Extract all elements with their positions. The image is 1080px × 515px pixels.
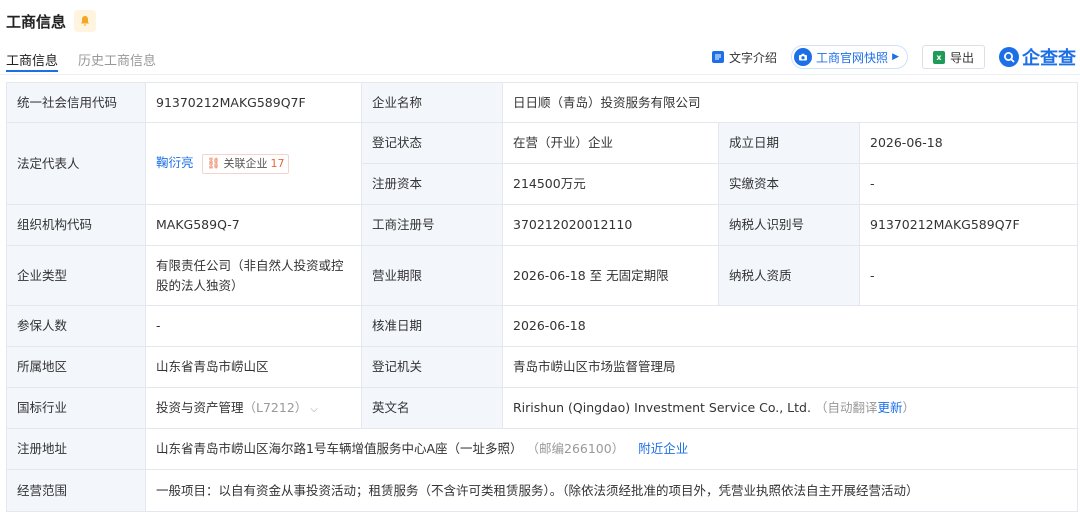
business-info-table: 统一社会信用代码 91370212MAKG589Q7F 企业名称 日日顺（青岛）… xyxy=(6,82,1079,512)
related-companies-label: 关联企业 xyxy=(223,157,268,170)
table-row: 注册地址 山东省青岛市崂山区海尔路1号车辆增值服务中心A座（一址多照） （邮编2… xyxy=(6,428,1079,470)
company-name-value: 日日顺（青岛）投资服务有限公司 xyxy=(501,82,1079,123)
est-date-label: 成立日期 xyxy=(718,122,860,164)
document-icon xyxy=(712,51,725,63)
taxpayer-qual-value: - xyxy=(858,245,1079,306)
related-companies-count: 17 xyxy=(270,157,285,170)
industry-value: 投资与资产管理 xyxy=(156,400,244,415)
chevron-down-icon[interactable]: ⌵ xyxy=(310,402,318,418)
approval-date-value: 2026-06-18 xyxy=(501,305,1079,347)
reg-authority-label: 登记机关 xyxy=(361,346,503,388)
update-translation-link[interactable]: 更新 xyxy=(877,400,902,415)
address-label: 注册地址 xyxy=(6,428,146,470)
paid-capital-value: - xyxy=(858,163,1079,205)
table-row: 组织机构代码 MAKG589Q-7 工商注册号 370212020012110 … xyxy=(6,204,1079,246)
link-icon: ⛓ xyxy=(206,157,221,170)
table-row: 参保人数 - 核准日期 2026-06-18 xyxy=(6,305,1079,347)
region-value: 山东省青岛市崂山区 xyxy=(145,346,362,388)
approval-date-label: 核准日期 xyxy=(361,305,503,347)
related-companies-badge[interactable]: ⛓ 关联企业 17 xyxy=(201,154,290,174)
company-name-label: 企业名称 xyxy=(361,82,503,123)
reg-status-value: 在营（开业）企业 xyxy=(502,122,719,164)
english-name-value: Ririshun (Qingdao) Investment Service Co… xyxy=(513,400,811,415)
taxpayer-id-label: 纳税人识别号 xyxy=(718,204,860,246)
logo-text: 企查查 xyxy=(1022,48,1076,69)
org-code-value: MAKG589Q-7 xyxy=(145,204,362,246)
auto-translate-note-end: ） xyxy=(902,400,915,415)
industry-label: 国标行业 xyxy=(6,387,146,429)
industry-code: （L7212） xyxy=(243,400,308,415)
bell-icon[interactable] xyxy=(74,10,97,32)
qcc-logo: 企查查 xyxy=(999,44,1076,70)
header: 工商信息 工商信息 历史工商信息 文字介绍 工商官网快照 ▶ x 导出 企查查 xyxy=(0,0,1080,82)
text-intro-label: 文字介绍 xyxy=(729,50,778,65)
legal-rep-link[interactable]: 鞠衍亮 xyxy=(156,155,194,170)
est-date-value: 2026-06-18 xyxy=(858,122,1079,164)
caret-right-icon: ▶ xyxy=(892,52,899,62)
reg-capital-value: 214500万元 xyxy=(502,163,719,205)
credit-code-label: 统一社会信用代码 xyxy=(6,82,146,123)
english-name-label: 英文名 xyxy=(361,387,503,429)
insured-value: - xyxy=(145,305,362,347)
legal-rep-cell: 鞠衍亮 ⛓ 关联企业 17 xyxy=(145,122,362,205)
table-row: 法定代表人 鞠衍亮 ⛓ 关联企业 17 登记状态 在营（开业）企业 成立日期 2026… xyxy=(6,122,1079,205)
export-label: 导出 xyxy=(949,50,974,65)
org-code-label: 组织机构代码 xyxy=(6,204,146,246)
snapshot-label: 工商官网快照 xyxy=(816,50,889,65)
export-button[interactable]: x 导出 xyxy=(921,45,985,69)
text-intro-button[interactable]: 文字介绍 xyxy=(712,49,777,66)
section-title: 工商信息 xyxy=(6,10,97,32)
tab-divider xyxy=(0,74,1080,75)
insured-label: 参保人数 xyxy=(6,305,146,347)
biz-term-label: 营业期限 xyxy=(361,245,503,306)
table-row: 统一社会信用代码 91370212MAKG589Q7F 企业名称 日日顺（青岛）… xyxy=(6,82,1079,123)
region-label: 所属地区 xyxy=(6,346,146,388)
official-snapshot-button[interactable]: 工商官网快照 ▶ xyxy=(791,45,908,69)
taxpayer-qual-label: 纳税人资质 xyxy=(718,245,860,306)
address-cell: 山东省青岛市崂山区海尔路1号车辆增值服务中心A座（一址多照） （邮编266100… xyxy=(144,428,1079,470)
excel-icon: x xyxy=(932,50,945,64)
table-row: 所属地区 山东省青岛市崂山区 登记机关 青岛市崂山区市场监督管理局 xyxy=(6,346,1079,388)
credit-code-value: 91370212MAKG589Q7F xyxy=(145,82,362,123)
tab-business-info[interactable]: 工商信息 xyxy=(6,50,59,72)
industry-cell[interactable]: 投资与资产管理（L7212） ⌵ xyxy=(145,387,362,429)
taxpayer-id-value: 91370212MAKG589Q7F xyxy=(858,204,1079,246)
auto-translate-note: （自动翻译 xyxy=(814,400,878,415)
english-name-cell: Ririshun (Qingdao) Investment Service Co… xyxy=(501,387,1079,429)
biz-reg-no-label: 工商注册号 xyxy=(361,204,503,246)
table-row: 国标行业 投资与资产管理（L7212） ⌵ 英文名 Ririshun (Qingd… xyxy=(6,387,1079,429)
paid-capital-label: 实缴资本 xyxy=(718,163,860,205)
tab-history-business-info[interactable]: 历史工商信息 xyxy=(78,50,156,72)
reg-status-label: 登记状态 xyxy=(361,122,503,164)
company-type-label: 企业类型 xyxy=(6,245,146,306)
section-title-text: 工商信息 xyxy=(6,12,67,31)
table-row: 经营范围 一般项目：以自有资金从事投资活动；租赁服务（不含许可类租赁服务）。（除… xyxy=(6,469,1079,512)
nearby-companies-link[interactable]: 附近企业 xyxy=(638,441,688,456)
tab-bar: 工商信息 历史工商信息 xyxy=(6,50,156,72)
biz-reg-no-value: 370212020012110 xyxy=(502,204,719,246)
address-value: 山东省青岛市崂山区海尔路1号车辆增值服务中心A座（一址多照） xyxy=(156,441,523,456)
reg-authority-value: 青岛市崂山区市场监督管理局 xyxy=(501,346,1079,388)
logo-mark-icon xyxy=(999,47,1019,67)
camera-icon xyxy=(794,48,813,66)
toolbar: 文字介绍 工商官网快照 ▶ x 导出 企查查 xyxy=(712,44,1076,70)
table-row: 企业类型 有限责任公司（非自然人投资或控股的法人独资） 营业期限 2026-06… xyxy=(6,245,1079,306)
company-type-value: 有限责任公司（非自然人投资或控股的法人独资） xyxy=(145,245,362,306)
biz-term-value: 2026-06-18 至 无固定期限 xyxy=(502,245,719,306)
legal-rep-label: 法定代表人 xyxy=(6,122,146,205)
scope-label: 经营范围 xyxy=(6,469,146,512)
reg-capital-label: 注册资本 xyxy=(361,163,503,205)
postal-code: （邮编266100） xyxy=(526,441,625,456)
scope-value: 一般项目：以自有资金从事投资活动；租赁服务（不含许可类租赁服务）。（除依法须经批… xyxy=(144,469,1079,512)
